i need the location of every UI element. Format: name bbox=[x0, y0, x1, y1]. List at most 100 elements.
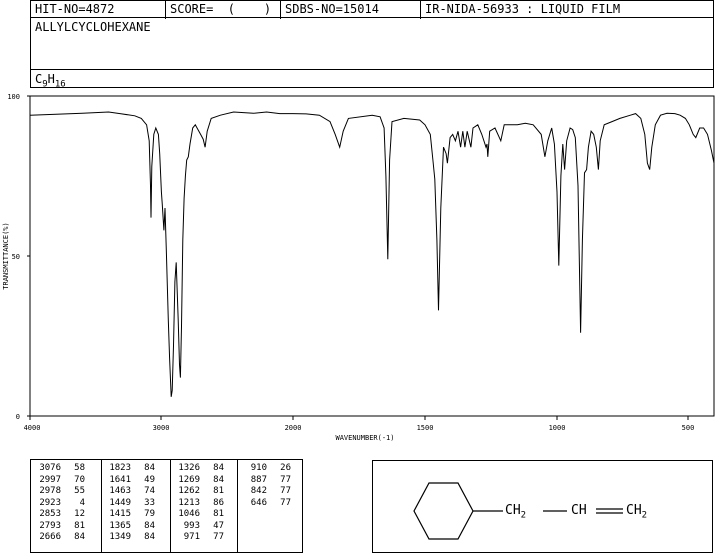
peak-wavenumber: 910 bbox=[250, 463, 267, 473]
peak-transmittance: 79 bbox=[144, 509, 155, 519]
peak-transmittance: 77 bbox=[213, 532, 224, 542]
peak-wavenumber: 1213 bbox=[178, 497, 200, 508]
peak-transmittance: 81 bbox=[213, 486, 224, 496]
peak-wavenumber: 993 bbox=[183, 520, 200, 531]
ch2-a-sub: 2 bbox=[520, 510, 527, 521]
peak-wavenumber: 1365 bbox=[109, 520, 131, 531]
peak-row: 1641 49 bbox=[107, 475, 155, 487]
x-tick-label: 4000 bbox=[24, 424, 41, 432]
peak-row: 646 77 bbox=[243, 498, 291, 510]
peak-row: 993 47 bbox=[176, 521, 224, 533]
peak-row: 1262 81 bbox=[176, 486, 224, 498]
peak-row: 1449 33 bbox=[107, 498, 155, 510]
peak-transmittance: 84 bbox=[213, 463, 224, 473]
peak-row: 887 77 bbox=[243, 475, 291, 487]
peak-transmittance: 26 bbox=[280, 463, 291, 473]
peak-transmittance: 55 bbox=[74, 486, 85, 496]
peak-wavenumber: 2923 bbox=[39, 497, 61, 508]
y-axis-label: TRANSMITTANCE(%) bbox=[2, 222, 10, 289]
peak-row: 2853 12 bbox=[37, 509, 85, 521]
peak-row: 1463 74 bbox=[107, 486, 155, 498]
peak-wavenumber: 2853 bbox=[39, 509, 61, 519]
peak-wavenumber: 1463 bbox=[109, 486, 131, 496]
peak-table: 3076 58 2997 70 2978 55 2923 4 2853 12 2793 81 2666 8… bbox=[30, 459, 303, 553]
x-tick-label: 1000 bbox=[549, 424, 566, 432]
peak-row: 2978 55 bbox=[37, 486, 85, 498]
peak-row: 3076 58 bbox=[37, 463, 85, 475]
y-tick-label: 0 bbox=[16, 413, 20, 421]
peak-transmittance: 58 bbox=[74, 463, 85, 473]
peak-wavenumber: 646 bbox=[250, 497, 267, 508]
peak-transmittance: 33 bbox=[144, 497, 155, 508]
peak-row: 1269 84 bbox=[176, 475, 224, 487]
peak-row: 1823 84 bbox=[107, 463, 155, 475]
peak-transmittance: 70 bbox=[74, 474, 85, 485]
peak-row: 2923 4 bbox=[37, 498, 85, 510]
peak-transmittance: 81 bbox=[74, 520, 85, 531]
peak-transmittance: 77 bbox=[280, 474, 291, 485]
peak-transmittance: 84 bbox=[74, 532, 85, 542]
peak-wavenumber: 1415 bbox=[109, 509, 131, 519]
peak-transmittance: 81 bbox=[213, 509, 224, 519]
peak-transmittance: 49 bbox=[144, 474, 155, 485]
ch-group: CH bbox=[571, 503, 587, 518]
peak-wavenumber: 3076 bbox=[39, 463, 61, 473]
peak-transmittance: 84 bbox=[144, 532, 155, 542]
x-tick-label: 500 bbox=[682, 424, 695, 432]
y-tick-label: 50 bbox=[12, 253, 20, 261]
ch-text: CH bbox=[571, 503, 587, 518]
peak-row: 1415 79 bbox=[107, 509, 155, 521]
x-axis-ticks: 4000 3000 2000 1500 1000 500 bbox=[24, 416, 695, 432]
peak-column: 1326 84 1269 84 1262 81 1213 86 1046 81 993 47 971 77 bbox=[176, 463, 224, 544]
peak-transmittance: 86 bbox=[213, 497, 224, 508]
peak-wavenumber: 1349 bbox=[109, 532, 131, 542]
peak-column: 3076 58 2997 70 2978 55 2923 4 2853 12 2793 81 2666 8… bbox=[37, 463, 85, 544]
x-tick-label: 3000 bbox=[153, 424, 170, 432]
peak-row: 2793 81 bbox=[37, 521, 85, 533]
peak-row: 2666 84 bbox=[37, 532, 85, 544]
y-tick-label: 100 bbox=[7, 93, 20, 101]
peak-wavenumber: 2666 bbox=[39, 532, 61, 542]
peak-wavenumber: 2793 bbox=[39, 520, 61, 531]
peak-column: 910 26 887 77 842 77 646 77 bbox=[243, 463, 291, 509]
structure-drawing bbox=[413, 482, 623, 540]
peak-transmittance: 74 bbox=[144, 486, 155, 496]
y-axis-ticks: 100 50 0 bbox=[7, 93, 30, 421]
peak-transmittance: 47 bbox=[213, 520, 224, 531]
peak-wavenumber: 1046 bbox=[178, 509, 200, 519]
ir-spectrum-chart: 100500 4000 3000 2000 1500 1000 500 WAVENUMBE… bbox=[2, 93, 715, 442]
ch2-a-text: CH bbox=[505, 503, 521, 518]
peak-row: 1213 86 bbox=[176, 498, 224, 510]
cyclohexane-ring bbox=[413, 482, 474, 540]
peak-row: 1326 84 bbox=[176, 463, 224, 475]
peak-wavenumber: 2997 bbox=[39, 474, 61, 485]
x-tick-label: 2000 bbox=[285, 424, 302, 432]
peak-row: 1046 81 bbox=[176, 509, 224, 521]
peak-transmittance: 84 bbox=[144, 520, 155, 531]
peak-transmittance: 84 bbox=[144, 463, 155, 473]
ch2-b-sub: 2 bbox=[641, 510, 648, 521]
peak-wavenumber: 1641 bbox=[109, 474, 131, 485]
peak-wavenumber: 2978 bbox=[39, 486, 61, 496]
plot-frame bbox=[29, 95, 715, 417]
peak-wavenumber: 1262 bbox=[178, 486, 200, 496]
peak-wavenumber: 842 bbox=[250, 486, 267, 496]
x-tick-label: 1500 bbox=[417, 424, 434, 432]
peak-row: 2997 70 bbox=[37, 475, 85, 487]
peak-row: 910 26 bbox=[243, 463, 291, 475]
x-axis-label: WAVENUMBER(-1) bbox=[335, 434, 394, 442]
peak-transmittance: 77 bbox=[280, 497, 291, 508]
peak-wavenumber: 1269 bbox=[178, 474, 200, 485]
peak-row: 971 77 bbox=[176, 532, 224, 544]
peak-transmittance: 4 bbox=[79, 497, 85, 508]
peak-row: 1365 84 bbox=[107, 521, 155, 533]
peak-wavenumber: 1449 bbox=[109, 497, 131, 508]
ch2-group-b: CH2 bbox=[626, 503, 647, 521]
peak-transmittance: 77 bbox=[280, 486, 291, 496]
peak-row: 842 77 bbox=[243, 486, 291, 498]
ch2-b-text: CH bbox=[626, 503, 642, 518]
peak-wavenumber: 1823 bbox=[109, 463, 131, 473]
spectrum-series-line bbox=[29, 111, 715, 397]
peak-transmittance: 84 bbox=[213, 474, 224, 485]
structure-box: CH2 CH CH2 bbox=[372, 460, 713, 553]
